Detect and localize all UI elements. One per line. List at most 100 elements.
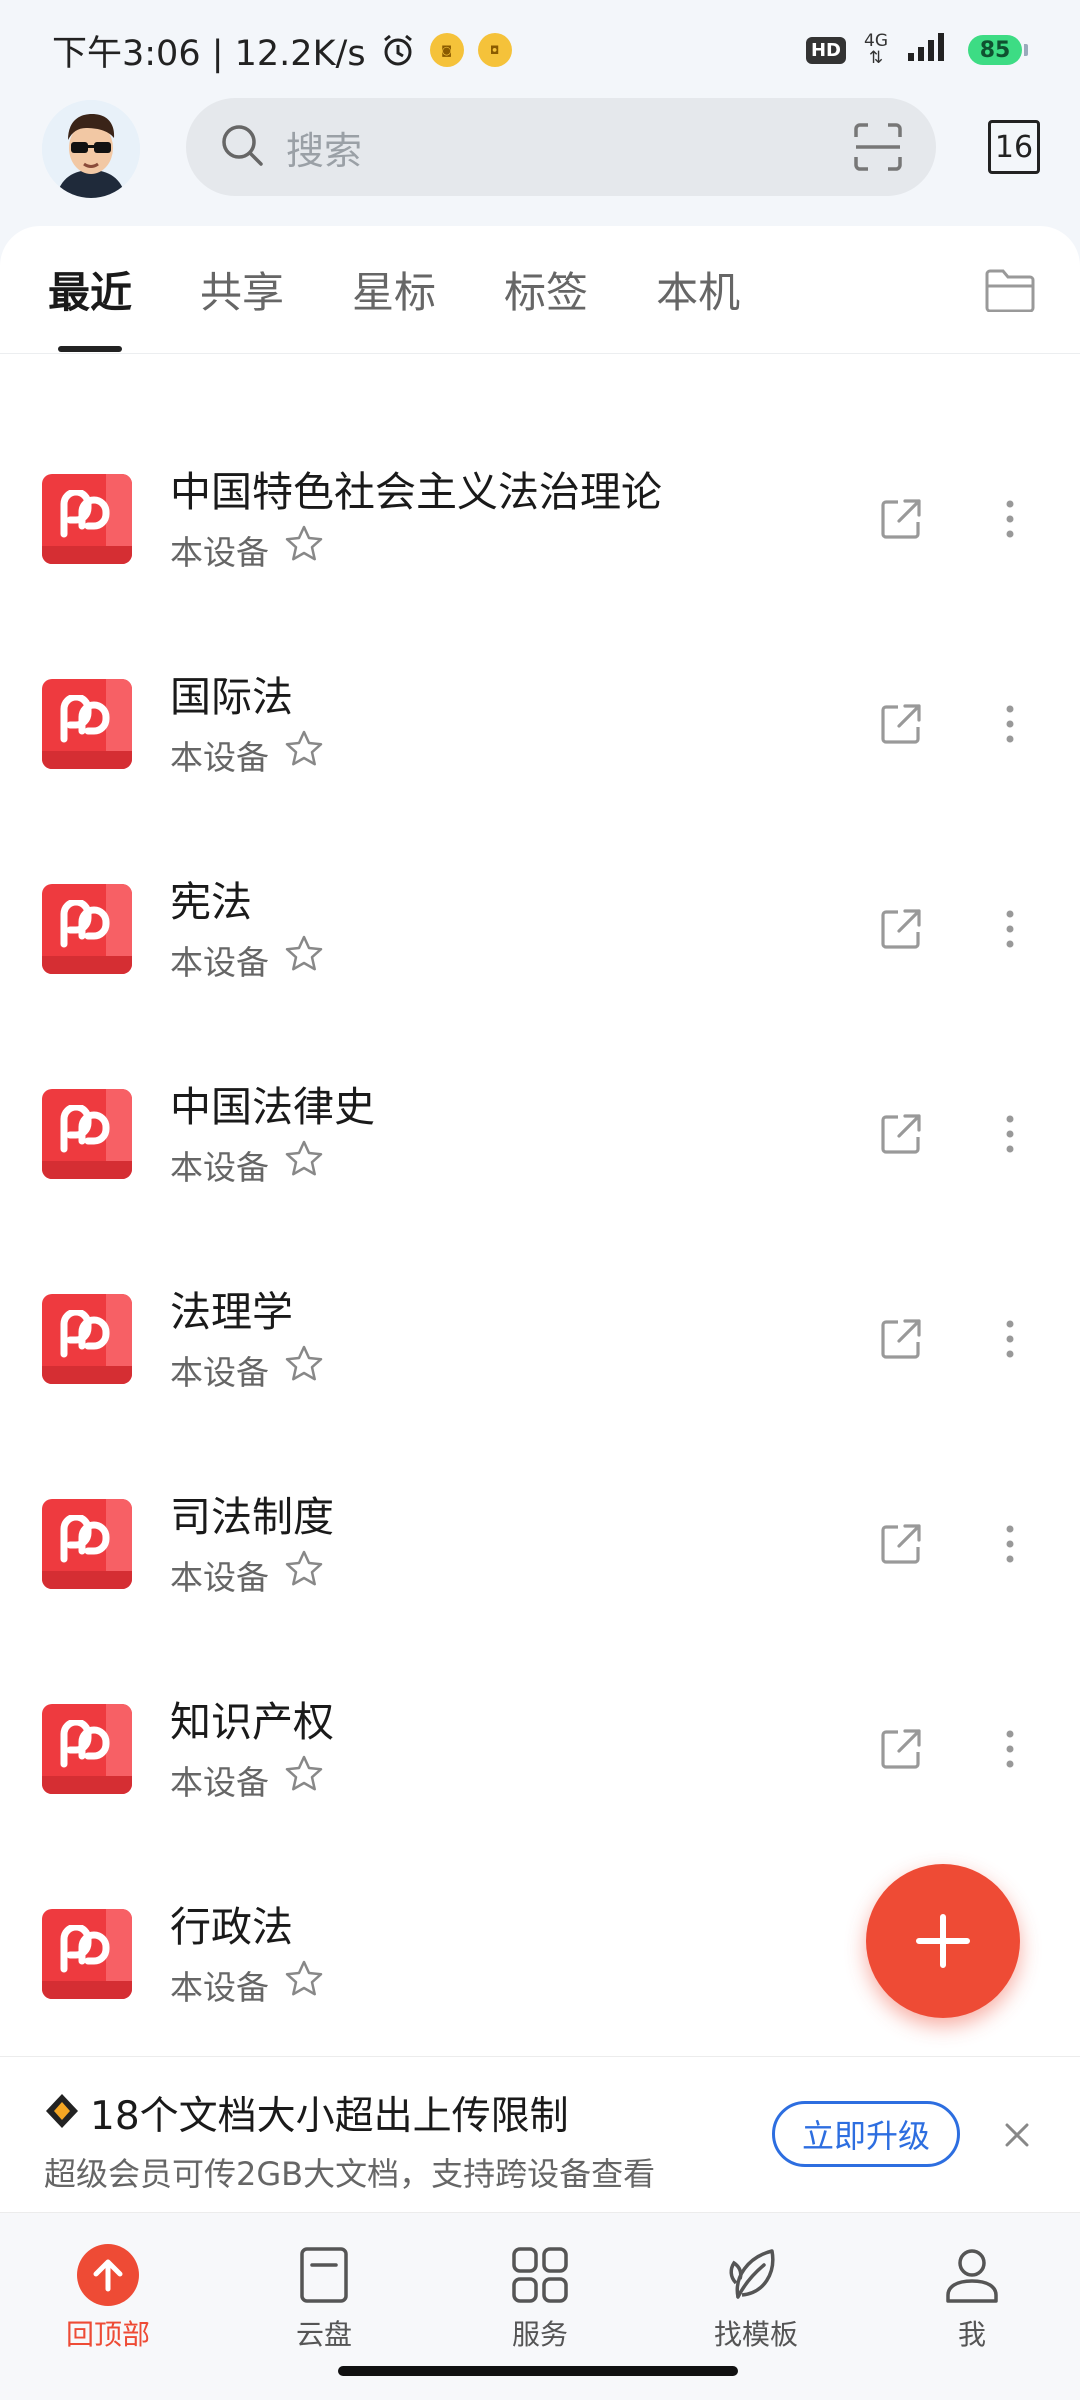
open-external-icon[interactable] — [878, 1521, 924, 1567]
more-options-icon[interactable] — [1000, 1521, 1020, 1567]
file-name: 中国特色社会主义法治理论 — [170, 468, 662, 516]
nav-cloud-disk[interactable]: 云盘 — [254, 2231, 394, 2351]
pdf-file-icon — [42, 1089, 132, 1179]
tab-bar: 最近 共享 星标 标签 本机 — [0, 226, 1080, 354]
pdf-file-icon — [42, 1704, 132, 1794]
open-external-icon[interactable] — [878, 906, 924, 952]
open-external-icon[interactable] — [878, 496, 924, 542]
pdf-file-icon — [42, 884, 132, 974]
leaf-icon — [724, 2243, 788, 2307]
arrow-up-icon — [76, 2243, 140, 2307]
file-name: 知识产权 — [170, 1698, 334, 1746]
star-icon[interactable] — [284, 729, 324, 769]
cloud-disk-icon — [292, 2243, 356, 2307]
pdf-file-icon — [42, 474, 132, 564]
file-name: 宪法 — [170, 878, 252, 926]
tab-local[interactable]: 本机 — [656, 226, 740, 354]
star-icon[interactable] — [284, 1139, 324, 1179]
pdf-file-icon — [42, 1499, 132, 1589]
more-options-icon[interactable] — [1000, 1726, 1020, 1772]
file-name: 国际法 — [170, 673, 293, 721]
file-row[interactable]: 宪法 本设备 — [0, 830, 1080, 1035]
scan-icon[interactable] — [852, 121, 904, 173]
nav-label: 找模板 — [713, 2318, 798, 2351]
person-icon — [940, 2243, 1004, 2307]
add-file-button[interactable] — [866, 1864, 1020, 2018]
file-location: 本设备 — [170, 1763, 269, 1802]
search-bar[interactable]: 搜索 — [186, 98, 936, 196]
star-icon[interactable] — [284, 524, 324, 564]
app-notification-icon-2: ◘ — [477, 33, 512, 67]
home-indicator[interactable] — [338, 2366, 738, 2376]
network-type: 4G ⇅ — [864, 31, 888, 68]
star-icon[interactable] — [284, 934, 324, 974]
file-name: 法理学 — [170, 1288, 293, 1336]
star-icon[interactable] — [284, 1344, 324, 1384]
nav-services[interactable]: 服务 — [470, 2231, 610, 2351]
grid-icon — [508, 2243, 572, 2307]
more-options-icon[interactable] — [1000, 701, 1020, 747]
upgrade-button[interactable]: 立即升级 — [772, 2101, 960, 2167]
nav-label: 我 — [957, 2318, 986, 2351]
open-external-icon[interactable] — [878, 1111, 924, 1157]
file-row[interactable]: 中国法律史 本设备 — [0, 1035, 1080, 1240]
file-row[interactable]: 知识产权 本设备 — [0, 1650, 1080, 1855]
avatar[interactable] — [42, 100, 140, 198]
app-notification-icon: ◙ — [429, 33, 464, 67]
nav-me[interactable]: 我 — [902, 2231, 1042, 2351]
tab-shared[interactable]: 共享 — [200, 226, 284, 354]
open-external-icon[interactable] — [878, 701, 924, 747]
vip-diamond-icon — [44, 2093, 80, 2129]
file-row[interactable]: 国际法 本设备 — [0, 625, 1080, 830]
plus-icon — [916, 1914, 970, 1968]
search-placeholder: 搜索 — [286, 128, 363, 173]
open-external-icon[interactable] — [878, 1726, 924, 1772]
battery-icon: 85 — [968, 35, 1028, 65]
signal-icon — [906, 30, 950, 70]
nav-back-to-top[interactable]: 回顶部 — [38, 2231, 178, 2351]
file-location: 本设备 — [170, 533, 269, 572]
nav-templates[interactable]: 找模板 — [686, 2231, 826, 2351]
file-location: 本设备 — [170, 738, 269, 777]
pdf-file-icon — [42, 679, 132, 769]
open-external-icon[interactable] — [878, 1316, 924, 1362]
nav-label: 服务 — [511, 2318, 568, 2351]
close-icon[interactable] — [1003, 2121, 1031, 2149]
file-row[interactable]: 法理学 本设备 — [0, 1240, 1080, 1445]
star-icon[interactable] — [284, 1959, 324, 1999]
more-options-icon[interactable] — [1000, 1111, 1020, 1157]
file-location: 本设备 — [170, 1353, 269, 1392]
status-time-speed: 下午3:06 | 12.2K/s — [52, 33, 366, 74]
alarm-icon — [380, 32, 416, 68]
file-name: 行政法 — [170, 1903, 293, 1951]
star-icon[interactable] — [284, 1549, 324, 1589]
search-icon — [218, 121, 266, 173]
more-options-icon[interactable] — [1000, 1316, 1020, 1362]
file-location: 本设备 — [170, 1558, 269, 1597]
tab-starred[interactable]: 星标 — [352, 226, 436, 354]
file-location: 本设备 — [170, 1968, 269, 2007]
app-header: 搜索 16 — [0, 98, 1080, 198]
tab-tags[interactable]: 标签 — [504, 226, 588, 354]
more-options-icon[interactable] — [1000, 496, 1020, 542]
star-icon[interactable] — [284, 1754, 324, 1794]
file-row[interactable]: 司法制度 本设备 — [0, 1445, 1080, 1650]
more-options-icon[interactable] — [1000, 906, 1020, 952]
nav-label: 回顶部 — [65, 2318, 150, 2351]
pdf-file-icon — [42, 1294, 132, 1384]
folder-icon[interactable] — [984, 268, 1036, 313]
status-bar: 下午3:06 | 12.2K/s ◙ ◘ HD 4G ⇅ 85 — [0, 0, 1080, 100]
hd-badge: HD — [805, 36, 846, 64]
file-name: 司法制度 — [170, 1493, 334, 1541]
file-row[interactable]: 中国特色社会主义法治理论本设备 — [0, 420, 1080, 625]
banner-subtitle: 超级会员可传2GB大文档，支持跨设备查看 — [44, 2155, 656, 2193]
upload-limit-banner: 18个文档大小超出上传限制 超级会员可传2GB大文档，支持跨设备查看 立即升级 — [0, 2056, 1080, 2212]
file-location: 本设备 — [170, 943, 269, 982]
pdf-file-icon — [42, 1909, 132, 1999]
nav-label: 云盘 — [295, 2318, 352, 2351]
banner-title: 18个文档大小超出上传限制 — [90, 2094, 569, 2139]
tab-recent[interactable]: 最近 — [48, 226, 132, 354]
file-location: 本设备 — [170, 1148, 269, 1187]
calendar-checkin-icon[interactable]: 16 — [988, 120, 1040, 174]
file-name: 中国法律史 — [170, 1083, 375, 1131]
